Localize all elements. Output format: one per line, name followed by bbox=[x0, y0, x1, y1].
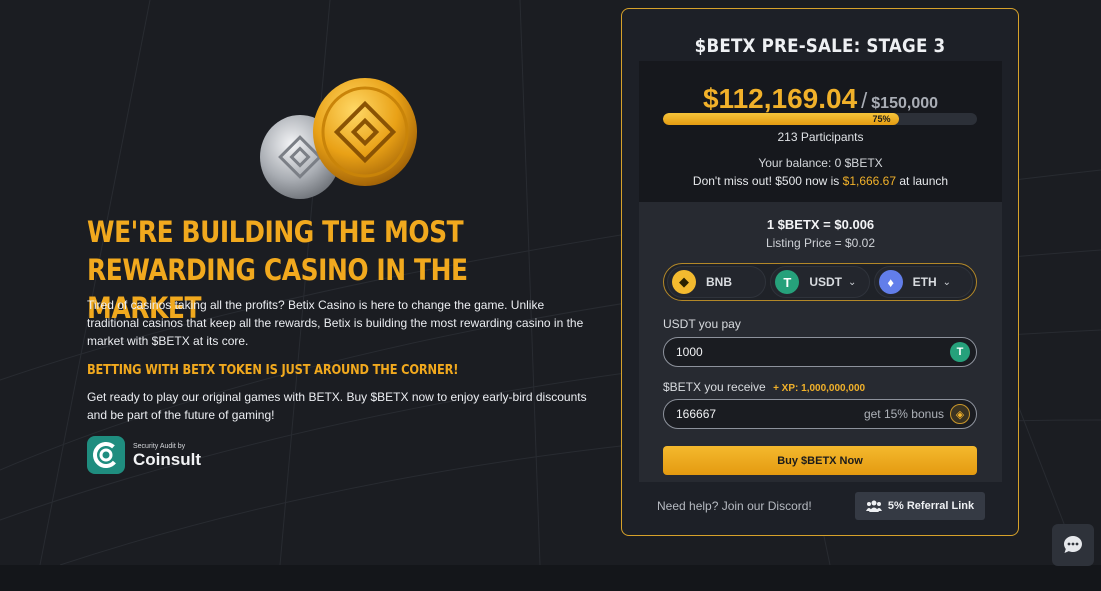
token-label: ETH bbox=[912, 275, 937, 289]
chevron-down-icon: ⌄ bbox=[848, 276, 857, 288]
user-balance: Your balance: 0 $BETX bbox=[758, 156, 883, 170]
presale-title: $BETX PRE-SALE: STAGE 3 bbox=[694, 35, 946, 57]
buy-button[interactable]: Buy $BETX Now bbox=[663, 446, 977, 475]
presale-panel: $BETX PRE-SALE: STAGE 3 $112,169.04/$150… bbox=[621, 8, 1019, 536]
bnb-icon: ◆ bbox=[672, 270, 696, 294]
raised-separator: / bbox=[861, 88, 868, 113]
audit-badge[interactable]: Security Audit by Coinsult bbox=[87, 436, 201, 474]
pay-value[interactable]: 1000 bbox=[676, 345, 950, 359]
dont-miss-text: Don't miss out! $500 now is $1,666.67 at… bbox=[639, 174, 1002, 188]
receive-label: $BETX you receive bbox=[663, 380, 766, 394]
footer-strip bbox=[0, 565, 1101, 591]
token-selector: ◆ BNB T USDT ⌄ ♦ ETH ⌄ bbox=[663, 263, 977, 301]
discord-help-link[interactable]: Need help? Join our Discord! bbox=[657, 499, 812, 513]
presale-stats: $112,169.04/$150,000 75% 213 Participant… bbox=[639, 61, 1002, 202]
betx-coin-icon: ◈ bbox=[950, 404, 970, 424]
token-option-bnb[interactable]: ◆ BNB bbox=[667, 266, 767, 298]
users-icon bbox=[865, 500, 882, 512]
chevron-down-icon: ⌄ bbox=[942, 276, 952, 288]
progress-label: 75% bbox=[872, 114, 891, 124]
dont-miss-suffix: at launch bbox=[899, 174, 949, 188]
referral-label: 5% Referral Link bbox=[887, 500, 975, 512]
referral-link-button[interactable]: 5% Referral Link bbox=[855, 492, 985, 520]
pay-input[interactable]: 1000 T bbox=[663, 337, 977, 367]
buy-form: 1 $BETX = $0.006 Listing Price = $0.02 ◆… bbox=[639, 202, 1002, 482]
receive-input[interactable]: 166667 get 15% bonus ◈ bbox=[663, 399, 977, 429]
hero-paragraph: Tired of casinos taking all the profits?… bbox=[87, 298, 584, 348]
dont-miss-prefix: Don't miss out! $500 now is bbox=[692, 174, 840, 188]
receive-label-row: $BETX you receive + XP: 1,000,000,000 bbox=[663, 380, 865, 394]
chat-icon bbox=[1064, 536, 1082, 553]
raised-amount: $112,169.04 bbox=[702, 83, 858, 114]
hero-paragraph-2: Get ready to play our original games wit… bbox=[87, 390, 587, 422]
token-label: USDT bbox=[809, 275, 842, 289]
token-option-usdt[interactable]: T USDT ⌄ bbox=[770, 266, 870, 298]
coinsult-logo-icon bbox=[87, 436, 125, 474]
progress-fill bbox=[663, 113, 899, 125]
dont-miss-value: $1,666.67 bbox=[842, 174, 897, 188]
usdt-icon: T bbox=[775, 270, 800, 294]
pay-label: USDT you pay bbox=[663, 317, 741, 331]
listing-price: Listing Price = $0.02 bbox=[765, 236, 876, 250]
bonus-text: get 15% bonus bbox=[863, 407, 944, 421]
chat-button[interactable] bbox=[1052, 524, 1094, 566]
usdt-icon: T bbox=[950, 342, 970, 362]
xp-bonus: + XP: 1,000,000,000 bbox=[773, 383, 866, 394]
participants-count: 213 Participants bbox=[777, 130, 864, 144]
token-option-eth[interactable]: ♦ ETH ⌄ bbox=[873, 266, 973, 298]
hero-subheading: BETTING WITH BETX TOKEN IS JUST AROUND T… bbox=[87, 363, 459, 378]
audit-brand: Coinsult bbox=[133, 449, 201, 469]
receive-value[interactable]: 166667 bbox=[676, 407, 864, 421]
raised-goal: $150,000 bbox=[871, 95, 939, 112]
raised-amount-row: $112,169.04/$150,000 bbox=[639, 83, 1002, 115]
token-rate: 1 $BETX = $0.006 bbox=[766, 217, 875, 232]
progress-bar: 75% bbox=[663, 113, 977, 125]
eth-icon: ♦ bbox=[878, 270, 903, 294]
token-label: BNB bbox=[706, 275, 732, 289]
coins-icon bbox=[260, 78, 417, 199]
